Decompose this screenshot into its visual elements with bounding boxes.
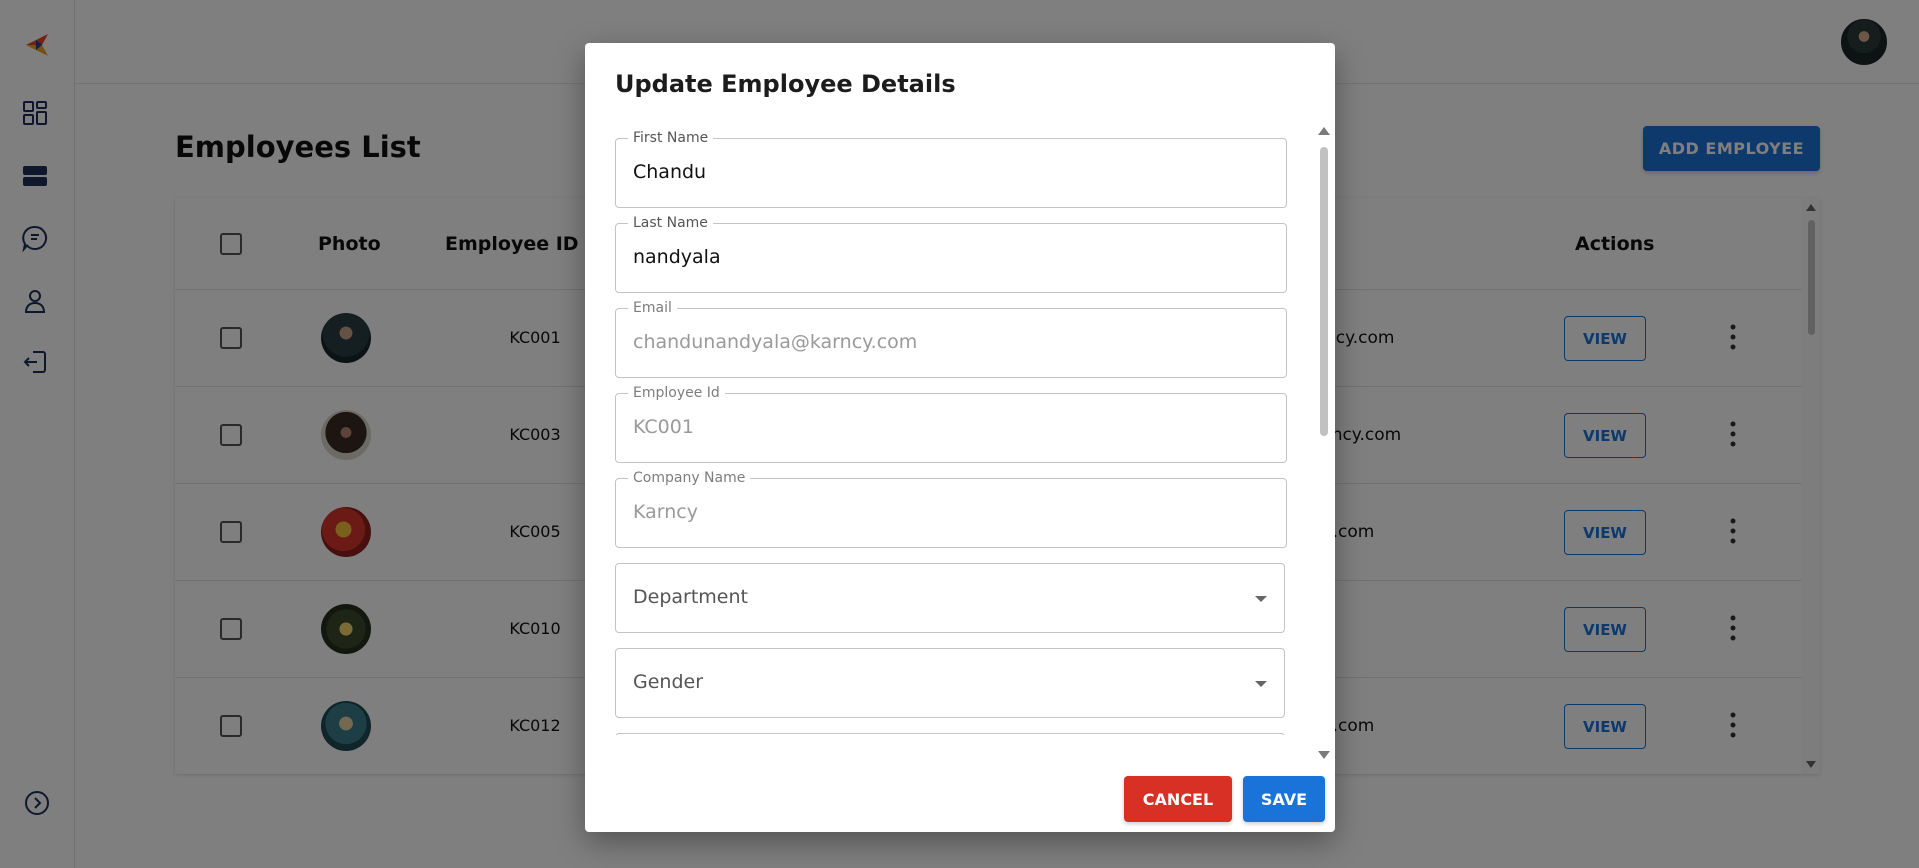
last-name-value[interactable]: nandyala xyxy=(633,246,721,268)
company-name-field: Company Name Karncy xyxy=(615,470,1287,548)
gender-placeholder: Gender xyxy=(633,671,704,693)
employee-id-field: Employee Id KC001 xyxy=(615,385,1287,463)
dialog-scrollbar[interactable] xyxy=(1317,127,1331,759)
role-select[interactable]: Role xyxy=(615,733,1285,735)
company-name-label: Company Name xyxy=(628,470,751,486)
employee-id-label: Employee Id xyxy=(628,385,725,401)
department-placeholder: Department xyxy=(633,586,748,608)
dropdown-arrow-icon xyxy=(1255,596,1267,602)
first-name-value[interactable]: Chandu xyxy=(633,161,706,183)
email-label: Email xyxy=(628,300,677,316)
scroll-up-icon[interactable] xyxy=(1318,127,1330,135)
email-value: chandunandyala@karncy.com xyxy=(633,331,918,353)
gender-select[interactable]: Gender xyxy=(615,648,1285,718)
first-name-field[interactable]: First Name Chandu xyxy=(615,130,1287,208)
employee-id-value: KC001 xyxy=(633,416,694,438)
last-name-label: Last Name xyxy=(628,215,713,231)
dropdown-arrow-icon xyxy=(1255,681,1267,687)
department-select[interactable]: Department xyxy=(615,563,1285,633)
scroll-thumb[interactable] xyxy=(1320,147,1328,436)
dialog-form: First Name Chandu Last Name nandyala Ema… xyxy=(585,123,1335,735)
save-button[interactable]: SAVE xyxy=(1243,776,1325,822)
update-employee-dialog: Update Employee Details First Name Chand… xyxy=(585,43,1335,832)
email-field: Email chandunandyala@karncy.com xyxy=(615,300,1287,378)
scroll-down-icon[interactable] xyxy=(1318,751,1330,759)
cancel-button[interactable]: CANCEL xyxy=(1124,776,1232,822)
first-name-label: First Name xyxy=(628,130,714,146)
company-name-value: Karncy xyxy=(633,501,698,523)
last-name-field[interactable]: Last Name nandyala xyxy=(615,215,1287,293)
dialog-title: Update Employee Details xyxy=(615,70,956,98)
